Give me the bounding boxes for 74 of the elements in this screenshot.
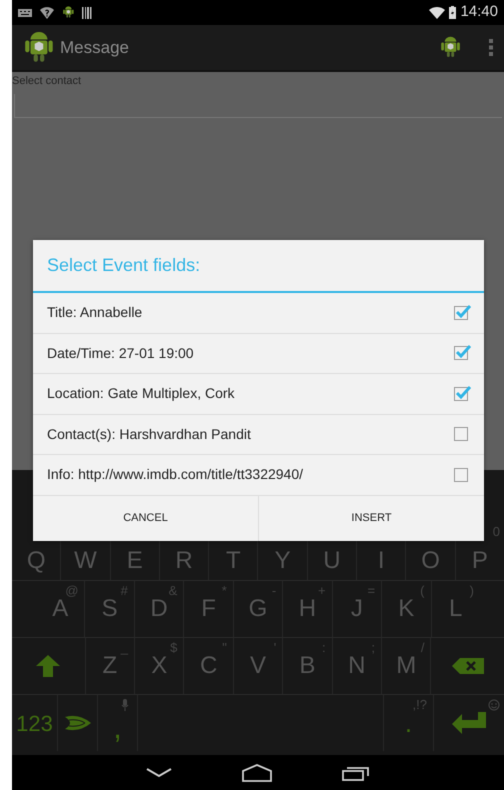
home-icon[interactable] xyxy=(242,764,272,782)
app-title: Message xyxy=(60,36,129,59)
overflow-menu-icon[interactable] xyxy=(489,39,494,56)
checkbox[interactable] xyxy=(454,346,468,360)
comma-key[interactable]: , xyxy=(97,695,137,751)
keyboard-icon xyxy=(18,8,32,16)
dialog-title: Select Event fields: xyxy=(33,240,484,293)
key-hint: @ xyxy=(65,584,78,597)
key-hint: ,!? xyxy=(412,698,427,711)
backspace-icon xyxy=(452,658,484,674)
key-hint: ( xyxy=(420,584,424,597)
option-label: Contact(s): Harshvardhan Pandit xyxy=(47,424,251,444)
option-label: Title: Annabelle xyxy=(47,303,142,322)
enter-icon xyxy=(452,712,486,734)
keyboard-key[interactable]: B : xyxy=(282,638,332,694)
keyboard-key[interactable]: M / xyxy=(381,638,430,694)
shift-icon xyxy=(36,655,60,677)
keyboard-key[interactable]: Q xyxy=(12,541,60,580)
dialog-button[interactable]: INSERT xyxy=(258,496,484,540)
key-hint: ) xyxy=(470,584,474,597)
key-hint: _ xyxy=(120,641,128,654)
keyboard-key[interactable]: V ' xyxy=(232,638,282,694)
keyboard-key[interactable]: F * xyxy=(183,581,233,637)
option-label: Date/Time: 27-01 19:00 xyxy=(47,344,194,363)
keyboard-key[interactable]: Z _ xyxy=(84,638,134,694)
option-label: Info: http://www.imdb.com/title/tt3322940/ xyxy=(47,465,304,484)
key-hint: = xyxy=(367,584,376,597)
keyboard-key[interactable]: N ; xyxy=(332,638,382,694)
keyboard-key[interactable]: G - xyxy=(232,581,282,637)
key-hint: ; xyxy=(371,641,376,654)
smiley-icon xyxy=(488,699,500,711)
keyboard-key[interactable]: A @ xyxy=(36,581,84,637)
key-hint: " xyxy=(222,641,227,654)
back-icon[interactable] xyxy=(146,768,172,778)
keyboard-key[interactable]: K ( xyxy=(381,581,430,637)
check-icon xyxy=(456,386,471,399)
checkbox[interactable] xyxy=(454,386,468,401)
swype-logo-icon xyxy=(64,715,90,731)
key-hint: ' xyxy=(274,641,276,654)
keyboard-key[interactable]: X $ xyxy=(134,638,184,694)
clock-time: 14:40 xyxy=(460,2,498,22)
key-hint: : xyxy=(322,641,326,654)
key-hint: / xyxy=(420,641,424,654)
key-hint: + xyxy=(318,584,326,597)
keyboard-key[interactable]: L ) xyxy=(430,581,480,637)
dialog-button[interactable]: CANCEL xyxy=(33,496,258,540)
checkbox[interactable] xyxy=(454,306,468,320)
keyboard-key[interactable]: D & xyxy=(134,581,184,637)
symbols-key[interactable]: 123 xyxy=(12,695,57,751)
key-hint: $ xyxy=(170,641,178,654)
period-key[interactable]: . ,!? xyxy=(383,695,433,751)
keyboard-key[interactable]: S # xyxy=(84,581,134,637)
check-icon xyxy=(456,345,471,358)
android-icon xyxy=(62,6,74,20)
check-icon xyxy=(456,304,471,318)
field-label: Select contact xyxy=(12,74,82,89)
checkbox[interactable] xyxy=(454,468,468,482)
barcode-icon xyxy=(82,6,92,18)
keyboard-key[interactable]: H + xyxy=(282,581,332,637)
key-hint: & xyxy=(168,584,178,597)
wifi-question-icon xyxy=(40,6,54,18)
contact-field[interactable] xyxy=(14,94,502,118)
microphone-icon xyxy=(121,699,129,711)
checkbox[interactable] xyxy=(454,427,468,442)
battery-icon xyxy=(449,6,456,19)
recent-apps-icon[interactable] xyxy=(342,764,370,780)
keyboard-key[interactable]: C " xyxy=(183,638,233,694)
wifi-icon xyxy=(429,6,446,19)
key-hint: * xyxy=(222,584,227,597)
key-hint: # xyxy=(120,584,128,597)
android-icon[interactable] xyxy=(439,36,461,60)
keyboard-key[interactable]: J = xyxy=(332,581,382,637)
option-label: Location: Gate Multiplex, Cork xyxy=(47,384,235,404)
key-hint: - xyxy=(272,584,276,597)
